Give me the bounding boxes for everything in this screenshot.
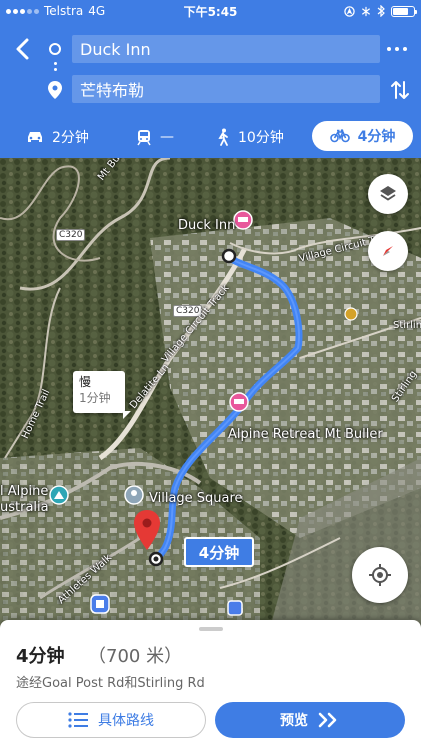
destination-field[interactable]: 芒特布勒 <box>72 75 380 103</box>
signal-icon <box>6 8 39 14</box>
compass-icon <box>383 246 393 256</box>
route-shield: C320 <box>56 229 86 241</box>
route-distance: （700 米） <box>88 646 183 667</box>
bicycle-icon <box>329 129 350 143</box>
walk-icon <box>218 128 228 146</box>
list-icon <box>68 712 88 728</box>
network-type: 4G <box>88 4 106 18</box>
poi-label-alpine-australia: ustralia <box>0 500 49 515</box>
poi-label-village-square: Village Square <box>149 491 243 506</box>
route-time-callout[interactable]: 4分钟 <box>184 537 254 567</box>
preview-label: 预览 <box>280 713 308 729</box>
layers-button[interactable] <box>368 174 408 214</box>
route-duration: 4分钟 <box>16 646 65 667</box>
slow-duration: 1分钟 <box>79 391 111 405</box>
battery-icon <box>391 5 417 17</box>
preview-button[interactable]: 预览 <box>215 702 405 738</box>
mode-walking-time: 10分钟 <box>238 130 284 146</box>
route-via: 途经Goal Post Rd和Stirling Rd <box>16 676 205 691</box>
origin-field[interactable]: Duck Inn <box>72 35 380 63</box>
slow-label: 慢 <box>79 375 92 389</box>
swap-route-button[interactable] <box>389 78 411 102</box>
slow-segment-callout[interactable]: 慢 1分钟 <box>73 371 131 419</box>
crosshair-icon <box>369 564 391 586</box>
more-options-button[interactable] <box>387 42 409 56</box>
alarm-icon <box>361 6 371 16</box>
poi-label-alpine-australia: l Alpine <box>0 484 49 499</box>
compass-button[interactable] <box>368 231 408 271</box>
status-bar: Telstra 4G 下午5:45 <box>0 0 421 22</box>
mode-driving[interactable]: 2分钟 <box>18 123 97 151</box>
travel-mode-bar: 2分钟 — 10分钟 4分钟 <box>0 120 421 154</box>
directions-header: Duck Inn 芒特布勒 2分钟 — 10分钟 4分钟 <box>0 22 421 158</box>
my-location-button[interactable] <box>352 547 408 603</box>
mode-walking[interactable]: 10分钟 <box>208 123 292 151</box>
destination-pin-icon <box>48 81 62 99</box>
mode-cycling[interactable]: 4分钟 <box>312 121 413 151</box>
sheet-drag-handle[interactable] <box>199 627 223 631</box>
steps-label: 具体路线 <box>98 713 154 729</box>
steps-button[interactable]: 具体路线 <box>16 702 206 738</box>
train-icon <box>137 129 151 145</box>
mode-cycling-time: 4分钟 <box>357 129 396 145</box>
mode-transit[interactable]: — <box>128 123 182 151</box>
bluetooth-icon <box>377 5 385 17</box>
mode-driving-time: 2分钟 <box>52 130 89 146</box>
route-start-marker <box>221 248 237 264</box>
poi-label-alpine-retreat: Alpine Retreat Mt Buller <box>228 427 383 442</box>
map-view[interactable]: Mt Buller Rd C320 C320 Duck Inn Village … <box>0 158 421 628</box>
car-icon <box>28 132 42 142</box>
route-dots-icon <box>54 62 57 74</box>
double-chevron-right-icon <box>318 712 337 728</box>
route-summary-sheet[interactable]: 4分钟 （700 米） 途经Goal Post Rd和Stirling Rd 具… <box>0 620 421 750</box>
location-icon <box>344 5 355 17</box>
back-button[interactable] <box>10 36 36 62</box>
layers-icon <box>380 186 396 201</box>
road-label: Stirlin <box>393 320 421 331</box>
mode-transit-time: — <box>160 129 174 145</box>
poi-label-duck-inn: Duck Inn <box>178 218 236 233</box>
origin-circle-icon <box>49 43 61 55</box>
carrier-name: Telstra <box>44 4 84 18</box>
